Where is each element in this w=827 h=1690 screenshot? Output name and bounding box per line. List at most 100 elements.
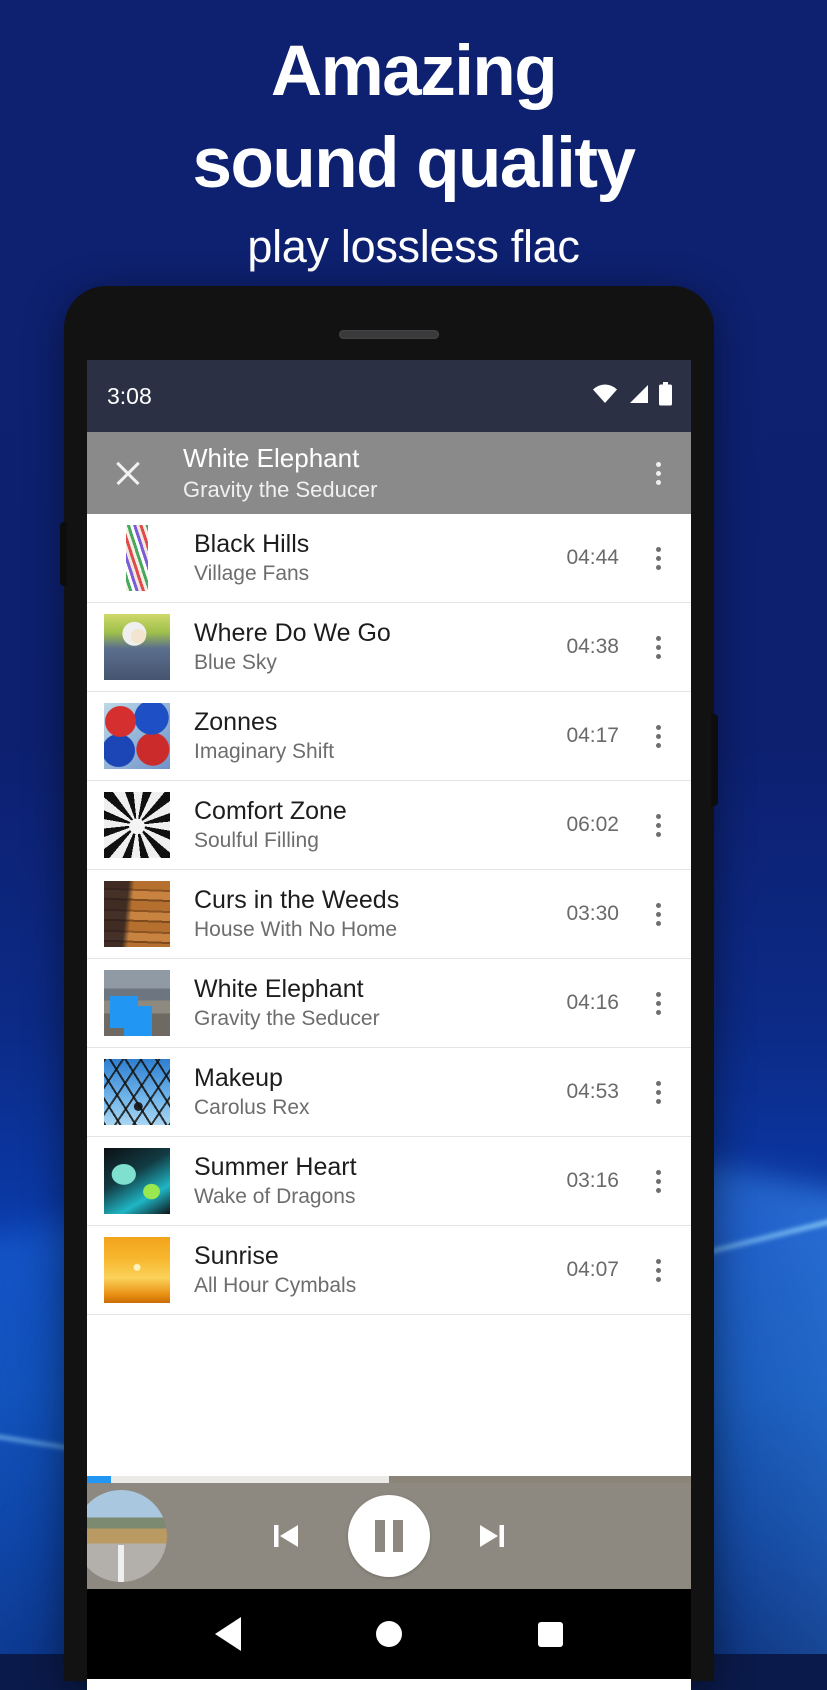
track-overflow-menu-icon[interactable] bbox=[641, 537, 675, 579]
track-duration: 03:16 bbox=[566, 1169, 619, 1192]
now-playing-artist: Gravity the Seducer bbox=[183, 476, 378, 502]
pause-bar-left bbox=[375, 1520, 385, 1552]
track-meta: Comfort Zone Soulful Filling bbox=[194, 796, 566, 855]
track-title: Makeup bbox=[194, 1063, 283, 1092]
track-artist: House With No Home bbox=[194, 917, 398, 941]
track-artist: Soulful Filling bbox=[194, 828, 319, 852]
wifi-icon bbox=[592, 384, 618, 409]
player-controls-bar bbox=[87, 1483, 691, 1589]
track-duration: 06:02 bbox=[566, 813, 619, 836]
track-duration: 03:30 bbox=[566, 902, 619, 925]
track-artist: Blue Sky bbox=[194, 650, 277, 674]
phone-mockup: 3:08 White Elephant Gravity the Seducer … bbox=[60, 286, 718, 1690]
track-artwork bbox=[104, 703, 170, 769]
track-duration: 04:53 bbox=[566, 1080, 619, 1103]
track-list-empty-space bbox=[87, 1404, 691, 1476]
track-artist: Gravity the Seducer bbox=[194, 1006, 380, 1030]
playback-progress-bar[interactable] bbox=[87, 1476, 691, 1483]
track-artwork bbox=[104, 970, 170, 1036]
track-artwork bbox=[104, 614, 170, 680]
phone-side-button bbox=[60, 522, 67, 586]
transport-controls bbox=[87, 1495, 691, 1577]
track-duration: 04:16 bbox=[566, 991, 619, 1014]
recents-icon[interactable] bbox=[538, 1621, 564, 1647]
status-bar-clock: 3:08 bbox=[107, 382, 152, 409]
track-duration: 04:07 bbox=[566, 1258, 619, 1281]
phone-screen: 3:08 White Elephant Gravity the Seducer … bbox=[87, 360, 691, 1690]
track-meta: Sunrise All Hour Cymbals bbox=[194, 1241, 566, 1300]
track-meta: White Elephant Gravity the Seducer bbox=[194, 974, 566, 1033]
headline-line-1: Amazing bbox=[270, 32, 558, 111]
track-row[interactable]: Zonnes Imaginary Shift 04:17 bbox=[87, 692, 691, 781]
track-row[interactable]: Sunrise All Hour Cymbals 04:07 bbox=[87, 1226, 691, 1315]
track-artist: Wake of Dragons bbox=[194, 1184, 356, 1208]
headline-line-2: sound quality bbox=[192, 124, 637, 203]
track-overflow-menu-icon[interactable] bbox=[641, 626, 675, 668]
track-artist: Carolus Rex bbox=[194, 1095, 310, 1119]
next-track-button[interactable] bbox=[468, 1512, 516, 1560]
track-title: Comfort Zone bbox=[194, 796, 347, 825]
track-title: Zonnes bbox=[194, 707, 278, 736]
track-title: Summer Heart bbox=[194, 1152, 357, 1181]
track-meta: Curs in the Weeds House With No Home bbox=[194, 885, 566, 944]
track-artist: Imaginary Shift bbox=[194, 739, 335, 763]
track-title: Sunrise bbox=[194, 1241, 279, 1270]
track-overflow-menu-icon[interactable] bbox=[641, 804, 675, 846]
track-artist: Village Fans bbox=[194, 561, 310, 585]
track-title: White Elephant bbox=[194, 974, 364, 1003]
track-meta: Summer Heart Wake of Dragons bbox=[194, 1152, 566, 1211]
track-list[interactable]: Black Hills Village Fans 04:44 Where Do We … bbox=[87, 514, 691, 1404]
track-title: Where Do We Go bbox=[194, 618, 391, 647]
pause-bar-right bbox=[393, 1520, 403, 1552]
now-playing-title: White Elephant bbox=[183, 442, 360, 473]
track-row[interactable]: Makeup Carolus Rex 04:53 bbox=[87, 1048, 691, 1137]
track-overflow-menu-icon[interactable] bbox=[641, 715, 675, 757]
track-meta: Black Hills Village Fans bbox=[194, 529, 566, 588]
track-title: Black Hills bbox=[194, 529, 310, 558]
track-meta: Where Do We Go Blue Sky bbox=[194, 618, 566, 677]
track-artwork bbox=[104, 792, 170, 858]
overflow-menu-icon[interactable] bbox=[641, 452, 675, 494]
track-artist: All Hour Cymbals bbox=[194, 1273, 357, 1297]
android-navigation-bar bbox=[87, 1589, 691, 1679]
track-overflow-menu-icon[interactable] bbox=[641, 1249, 675, 1291]
track-artwork bbox=[104, 1237, 170, 1303]
track-row[interactable]: Black Hills Village Fans 04:44 bbox=[87, 514, 691, 603]
phone-volume-button bbox=[711, 714, 718, 806]
promo-subheadline: play lossless flac bbox=[247, 221, 580, 272]
earpiece-speaker bbox=[339, 330, 439, 339]
previous-track-button[interactable] bbox=[262, 1512, 310, 1560]
track-overflow-menu-icon[interactable] bbox=[641, 1071, 675, 1113]
track-row[interactable]: White Elephant Gravity the Seducer 04:16 bbox=[87, 959, 691, 1048]
battery-icon bbox=[658, 381, 673, 411]
track-row[interactable]: Comfort Zone Soulful Filling 06:02 bbox=[87, 781, 691, 870]
track-artwork bbox=[104, 881, 170, 947]
track-duration: 04:38 bbox=[566, 635, 619, 658]
progress-played bbox=[87, 1476, 112, 1483]
close-icon[interactable] bbox=[105, 450, 151, 496]
track-overflow-menu-icon[interactable] bbox=[641, 893, 675, 935]
track-row[interactable]: Where Do We Go Blue Sky 04:38 bbox=[87, 603, 691, 692]
track-duration: 04:17 bbox=[566, 724, 619, 747]
home-icon[interactable] bbox=[376, 1621, 403, 1647]
progress-buffered bbox=[87, 1476, 389, 1483]
track-artwork bbox=[104, 1148, 170, 1214]
app-header: White Elephant Gravity the Seducer bbox=[87, 432, 691, 514]
back-icon[interactable] bbox=[214, 1617, 241, 1651]
track-row[interactable]: Summer Heart Wake of Dragons 03:16 bbox=[87, 1137, 691, 1226]
track-meta: Makeup Carolus Rex bbox=[194, 1063, 566, 1122]
track-title: Curs in the Weeds bbox=[194, 885, 400, 914]
track-overflow-menu-icon[interactable] bbox=[641, 982, 675, 1024]
track-row[interactable]: Curs in the Weeds House With No Home 03:30 bbox=[87, 870, 691, 959]
signal-icon bbox=[627, 384, 649, 409]
track-artwork bbox=[104, 1059, 170, 1125]
promo-headline: Amazing sound quality play lossless flac bbox=[0, 26, 827, 284]
status-bar-icons bbox=[592, 381, 673, 411]
play-pause-button[interactable] bbox=[348, 1495, 430, 1577]
track-meta: Zonnes Imaginary Shift bbox=[194, 707, 566, 766]
status-bar: 3:08 bbox=[87, 360, 691, 432]
track-duration: 04:44 bbox=[566, 546, 619, 569]
app-header-text: White Elephant Gravity the Seducer bbox=[183, 442, 641, 505]
track-artwork bbox=[104, 525, 170, 591]
track-overflow-menu-icon[interactable] bbox=[641, 1160, 675, 1202]
